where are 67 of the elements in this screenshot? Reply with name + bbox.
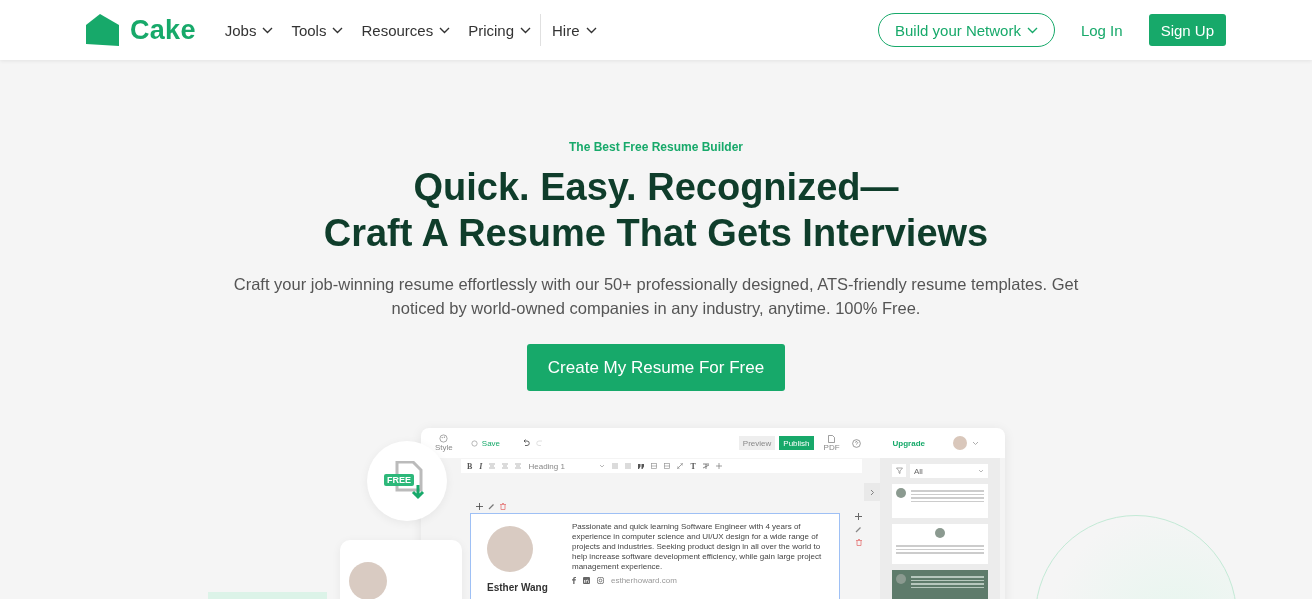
chevron-right-icon [869, 488, 875, 496]
upgrade-link[interactable]: Upgrade [886, 437, 931, 449]
free-label: FREE [384, 474, 414, 486]
align-icon[interactable] [502, 463, 509, 469]
template-thumbnail[interactable] [892, 570, 988, 599]
nav-menu-item[interactable]: Jobs [215, 14, 283, 46]
table-icon[interactable] [664, 463, 671, 469]
document-icon[interactable] [828, 434, 836, 443]
nav-menu-item[interactable]: Resources [352, 14, 460, 46]
chevron-down-icon [520, 26, 532, 34]
pencil-icon[interactable] [855, 526, 862, 533]
template-thumbnail[interactable] [892, 524, 988, 564]
build-network-button[interactable]: Build your Network [878, 13, 1055, 47]
text-button[interactable]: T [690, 461, 696, 471]
photo-placeholder [349, 562, 387, 599]
pencil-icon[interactable] [488, 503, 495, 510]
facebook-icon[interactable] [572, 577, 576, 584]
bold-button[interactable]: B [467, 461, 473, 471]
filter-icon[interactable] [892, 464, 906, 477]
chevron-down-icon [1026, 26, 1038, 34]
redo-icon[interactable] [536, 439, 545, 447]
trash-icon[interactable] [855, 539, 862, 546]
photo-placeholder [487, 526, 533, 572]
signup-button[interactable]: Sign Up [1148, 14, 1226, 46]
undo-icon[interactable] [522, 439, 531, 447]
help-icon[interactable] [851, 438, 861, 448]
hero-description: Craft your job-winning resume effortlessly with our 50+ professionally designed, ATS-friendly resume templates. Get noticed by world-owned companies in any industry, anytime. 100% Free. [232, 274, 1080, 319]
chevron-down-icon [585, 26, 597, 34]
website-link[interactable]: estherhoward.com [611, 576, 677, 585]
login-link[interactable]: Log In [1074, 20, 1129, 40]
hero-title: Quick. Easy. Recognized— [413, 165, 899, 210]
nav-menu-item[interactable]: Pricing [459, 14, 541, 46]
heading-select[interactable]: Heading 1 [528, 461, 593, 471]
plus-icon[interactable] [476, 503, 483, 510]
cake-logo[interactable]: Cake [86, 14, 196, 46]
move-icon[interactable] [855, 513, 862, 520]
instagram-icon[interactable] [597, 577, 604, 584]
pdf-label: PDF [823, 442, 840, 452]
chevron-down-icon [439, 26, 451, 34]
template-thumbnail[interactable] [892, 484, 988, 518]
save-button[interactable]: Save [470, 438, 501, 448]
resume-summary: Passionate and quick learning Software Engineer with 4 years of experience in computer science and UI/UX design for a wide range of projects and industries. Seeking product design in all over the world to help increase software development efficiency, while gain large project management experience. [572, 522, 823, 572]
italic-button[interactable]: I [479, 461, 483, 471]
chevron-down-icon [599, 464, 606, 468]
chevron-down-icon [332, 26, 344, 34]
house-icon [86, 14, 120, 46]
chevron-down-icon[interactable] [972, 440, 979, 446]
trash-icon[interactable] [500, 503, 506, 510]
linkedin-icon[interactable] [583, 577, 590, 584]
nav-menu-item[interactable]: Tools [282, 14, 353, 46]
avatar[interactable] [953, 436, 967, 450]
align-icon[interactable] [489, 463, 496, 469]
chevron-down-icon [978, 469, 984, 473]
style-label: Style [435, 443, 453, 452]
table-icon[interactable] [651, 463, 658, 469]
plus-icon[interactable] [715, 463, 722, 469]
preview-button[interactable]: Preview [738, 436, 776, 450]
publish-button[interactable]: Publish [779, 436, 814, 450]
quote-icon[interactable] [638, 463, 645, 469]
create-resume-button[interactable]: Create My Resume For Free [527, 344, 785, 391]
hero-eyebrow: The Best Free Resume Builder [568, 140, 744, 154]
hero-title: Craft A Resume That Gets Interviews [323, 211, 989, 256]
align-icon[interactable] [515, 463, 522, 469]
template-filter-select[interactable]: All [910, 464, 988, 478]
nav-menu-item[interactable]: Hire [543, 14, 606, 46]
resume-name: Esther Wang [487, 582, 548, 593]
chevron-down-icon [262, 26, 274, 34]
